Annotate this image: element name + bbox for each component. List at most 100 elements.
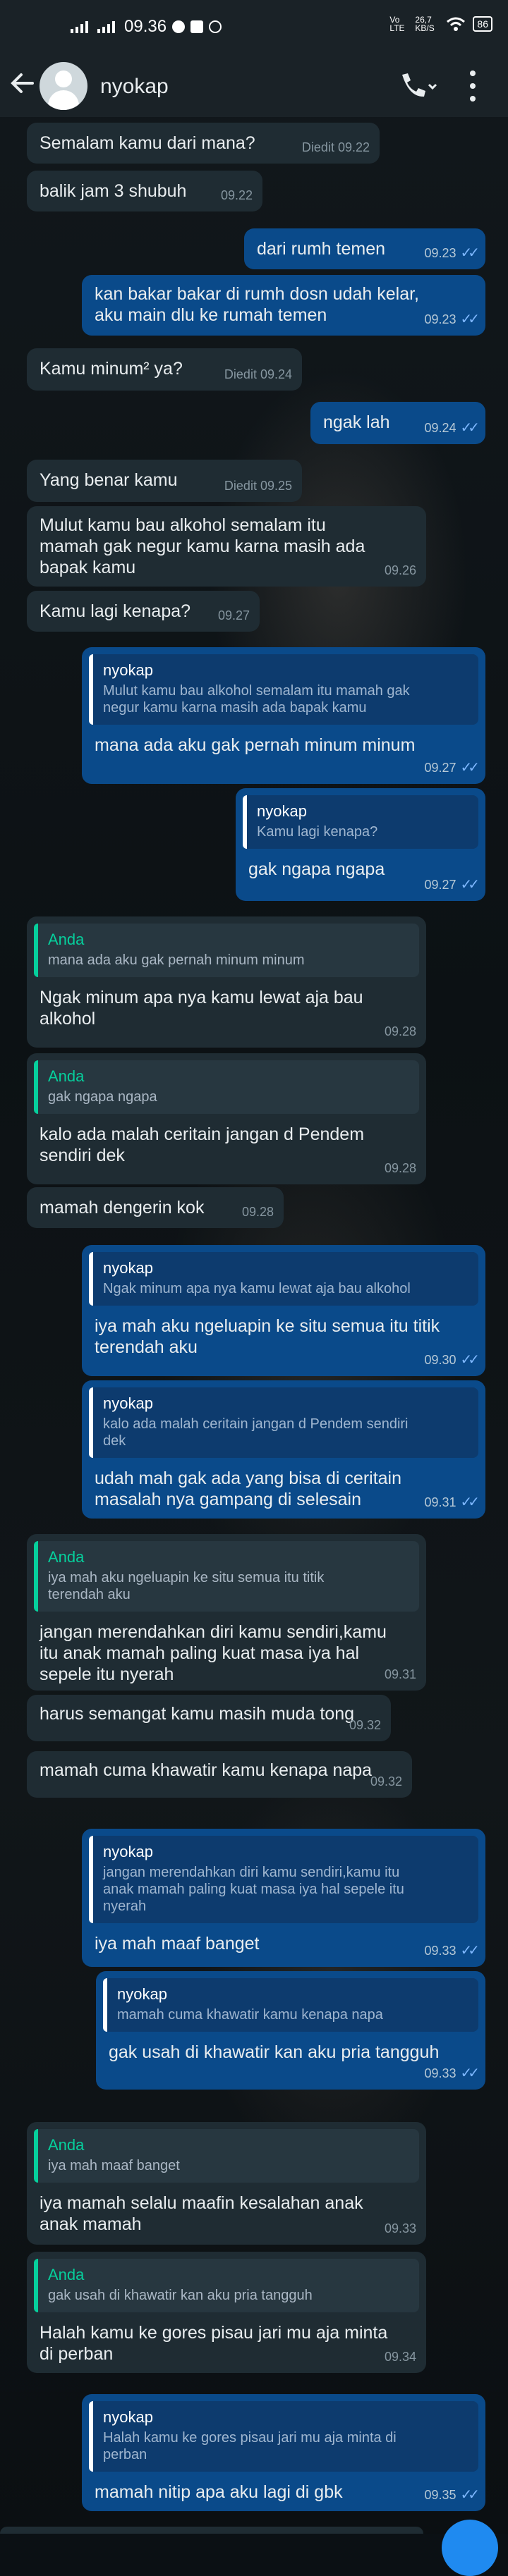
message-bubble-incoming[interactable]: Anda iya mah maaf banget iya mamah selal… (27, 2122, 426, 2245)
message-text: gak usah di khawatir kan aku pria tanggu… (109, 2042, 440, 2062)
facebook-icon (190, 20, 204, 33)
signal-icon (71, 21, 88, 33)
quote-author: nyokap (117, 1985, 167, 2003)
quote-text: kalo ada malah ceritain jangan d Pendem … (103, 1416, 409, 1449)
message-text: kan bakar bakar di rumh dosn udah kelar,… (95, 284, 419, 325)
net-speed: 26,7 KB/S (415, 15, 435, 33)
message-input-bar[interactable] (0, 2527, 423, 2534)
quote-author: nyokap (103, 1394, 153, 1412)
message-bubble-outgoing[interactable]: dari rumh temen 09.23 ✓✓ (244, 228, 485, 269)
message-text: Kamu lagi kenapa? (40, 601, 191, 621)
message-bubble-incoming[interactable]: balik jam 3 shubuh 09.22 (27, 171, 262, 211)
quote-text: Mulut kamu bau alkohol semalam itu mamah… (103, 683, 410, 716)
double-check-icon: ✓✓ (460, 1352, 479, 1368)
double-check-icon: ✓✓ (460, 245, 479, 261)
double-check-icon: ✓✓ (460, 420, 479, 436)
quoted-message[interactable]: Anda gak usah di khawatir kan aku pria t… (34, 2259, 419, 2312)
double-check-icon: ✓✓ (460, 312, 479, 327)
quote-text: Ngak minum apa nya kamu lewat aja bau al… (103, 1281, 411, 1296)
message-bubble-outgoing[interactable]: nyokap jangan merendahkan diri kamu send… (82, 1829, 485, 1967)
quote-author: nyokap (103, 1843, 153, 1860)
double-check-icon: ✓✓ (460, 2487, 479, 2503)
message-time: 09.24 ✓✓ (424, 417, 479, 438)
status-right: Vo LTE 26,7 KB/S 86 (389, 16, 492, 32)
message-text: jangan merendahkan diri kamu sendiri,kam… (40, 1622, 387, 1684)
mic-button[interactable] (442, 2520, 498, 2576)
message-bubble-outgoing[interactable]: nyokap mamah cuma khawatir kamu kenapa n… (96, 1971, 485, 2090)
message-text: iya mah aku ngeluapin ke situ semua itu … (95, 1316, 440, 1357)
message-bubble-outgoing[interactable]: nyokap Mulut kamu bau alkohol semalam it… (82, 647, 485, 784)
message-bubble-incoming[interactable]: mamah dengerin kok 09.28 (27, 1187, 284, 1228)
quoted-message[interactable]: nyokap Mulut kamu bau alkohol semalam it… (89, 654, 478, 725)
message-bubble-incoming[interactable]: Kamu minum² ya? Diedit 09.24 (27, 348, 302, 391)
quote-text: iya mah maaf banget (48, 2158, 180, 2173)
double-check-icon: ✓✓ (460, 1943, 479, 1958)
message-bubble-incoming[interactable]: Kamu lagi kenapa? 09.27 (27, 591, 260, 632)
back-arrow-icon[interactable] (8, 69, 37, 103)
quoted-message[interactable]: Anda iya mah aku ngeluapin ke situ semua… (34, 1541, 419, 1612)
quote-author: Anda (48, 931, 85, 948)
quote-author: Anda (48, 2136, 85, 2154)
quoted-message[interactable]: nyokap Kamu lagi kenapa? (243, 795, 478, 849)
message-bubble-outgoing[interactable]: kan bakar bakar di rumh dosn udah kelar,… (82, 275, 485, 336)
message-time: 09.33 ✓✓ (424, 2063, 479, 2084)
message-bubble-incoming[interactable]: Anda gak usah di khawatir kan aku pria t… (27, 2252, 426, 2373)
message-bubble-outgoing[interactable]: nyokap Halah kamu ke gores pisau jari mu… (82, 2394, 485, 2511)
message-time: 09.31 (384, 1667, 416, 1681)
contact-name[interactable]: nyokap (100, 75, 169, 99)
double-check-icon: ✓✓ (460, 877, 479, 893)
message-bubble-incoming[interactable]: Anda mana ada aku gak pernah minum minum… (27, 916, 426, 1048)
message-bubble-incoming[interactable]: Anda iya mah aku ngeluapin ke situ semua… (27, 1534, 426, 1691)
quoted-message[interactable]: nyokap mamah cuma khawatir kamu kenapa n… (103, 1978, 478, 2032)
message-time: Diedit 09.22 (301, 140, 370, 154)
message-time: 09.27 ✓✓ (424, 874, 479, 895)
message-text: Ngak minum apa nya kamu lewat aja bau al… (40, 988, 363, 1029)
quote-author: nyokap (103, 1259, 153, 1277)
message-text: Halah kamu ke gores pisau jari mu aja mi… (40, 2323, 388, 2364)
app-notification-icon (209, 20, 222, 33)
more-vert-icon[interactable] (466, 70, 480, 102)
quoted-message[interactable]: nyokap Halah kamu ke gores pisau jari mu… (89, 2401, 478, 2472)
message-time: 09.34 (384, 2350, 416, 2364)
quoted-message[interactable]: Anda mana ada aku gak pernah minum minum (34, 924, 419, 977)
phone-call-icon[interactable] (395, 69, 437, 103)
message-time: 09.27 (217, 608, 250, 622)
volte-label: Vo LTE (389, 15, 405, 33)
quoted-message[interactable]: Anda iya mah maaf banget (34, 2129, 419, 2183)
message-bubble-incoming[interactable]: Yang benar kamu Diedit 09.25 (27, 460, 302, 502)
wifi-icon (447, 17, 466, 31)
quoted-message[interactable]: nyokap Ngak minum apa nya kamu lewat aja… (89, 1252, 478, 1306)
message-text: udah mah gak ada yang bisa di ceritain m… (95, 1468, 402, 1509)
message-bubble-incoming[interactable]: Mulut kamu bau alkohol semalam itu mamah… (27, 506, 426, 587)
message-time: Diedit 09.24 (224, 367, 292, 381)
message-bubble-incoming[interactable]: harus semangat kamu masih muda tong 09.3… (27, 1695, 391, 1741)
double-check-icon: ✓✓ (460, 1495, 479, 1510)
quote-author: nyokap (103, 2408, 153, 2426)
quote-text: jangan merendahkan diri kamu sendiri,kam… (103, 1865, 404, 1914)
message-bubble-incoming[interactable]: mamah cuma khawatir kamu kenapa napa 09.… (27, 1751, 412, 1798)
chat-notification-icon (172, 20, 186, 33)
message-time: 09.26 (384, 563, 416, 577)
signal-2-icon (97, 21, 115, 33)
quoted-message[interactable]: nyokap kalo ada malah ceritain jangan d … (89, 1387, 478, 1458)
message-bubble-incoming[interactable]: Anda gak ngapa ngapa kalo ada malah ceri… (27, 1053, 426, 1184)
message-bubble-outgoing[interactable]: ngak lah 09.24 ✓✓ (310, 402, 485, 444)
message-bubble-outgoing[interactable]: nyokap Kamu lagi kenapa? gak ngapa ngapa… (236, 788, 485, 901)
message-bubble-outgoing[interactable]: nyokap kalo ada malah ceritain jangan d … (82, 1380, 485, 1519)
chat-header: nyokap (0, 55, 508, 117)
message-text: mamah cuma khawatir kamu kenapa napa (40, 1760, 373, 1780)
quote-author: nyokap (257, 802, 307, 820)
avatar[interactable] (40, 62, 87, 110)
message-text: kalo ada malah ceritain jangan d Pendem … (40, 1124, 365, 1165)
message-bubble-incoming[interactable]: Semalam kamu dari mana? Diedit 09.22 (27, 123, 380, 164)
double-check-icon: ✓✓ (460, 2066, 479, 2081)
quoted-message[interactable]: nyokap jangan merendahkan diri kamu send… (89, 1836, 478, 1923)
quoted-message[interactable]: Anda gak ngapa ngapa (34, 1060, 419, 1114)
message-text: mamah dengerin kok (40, 1198, 205, 1218)
message-text: mana ada aku gak pernah minum minum (95, 735, 416, 755)
message-text: iya mamah selalu maafin kesalahan anak a… (40, 2193, 363, 2234)
message-time: Diedit 09.25 (224, 479, 292, 493)
message-bubble-outgoing[interactable]: nyokap Ngak minum apa nya kamu lewat aja… (82, 1245, 485, 1376)
quote-author: Anda (48, 1548, 85, 1566)
status-time: 09.36 (124, 17, 167, 36)
